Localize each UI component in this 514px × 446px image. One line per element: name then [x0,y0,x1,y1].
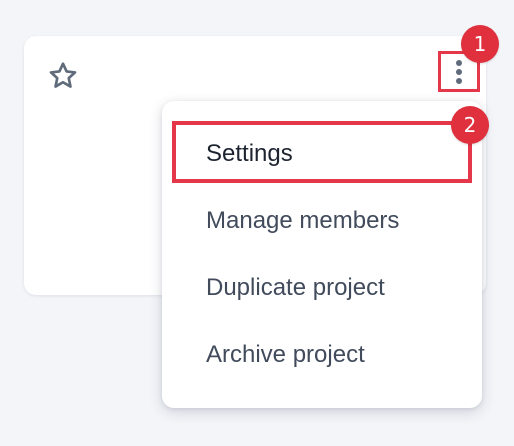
project-options-menu: Settings Manage members Duplicate projec… [162,101,482,408]
star-icon [49,62,77,88]
step-badge-1: 1 [461,25,499,63]
menu-item-duplicate-project[interactable]: Duplicate project [162,263,482,313]
favorite-star-button[interactable] [46,59,80,93]
menu-item-archive-project[interactable]: Archive project [162,330,482,380]
step-badge-number: 1 [473,32,487,56]
menu-item-settings[interactable]: Settings [162,129,482,179]
menu-item-manage-members[interactable]: Manage members [162,196,482,246]
menu-item-label: Manage members [206,207,400,234]
step-badge-number: 2 [463,113,477,137]
menu-item-label: Duplicate project [206,274,385,301]
menu-item-label: Settings [206,140,293,167]
step-badge-2: 2 [451,106,489,144]
menu-item-label: Archive project [206,341,365,368]
more-vertical-icon [456,59,462,84]
